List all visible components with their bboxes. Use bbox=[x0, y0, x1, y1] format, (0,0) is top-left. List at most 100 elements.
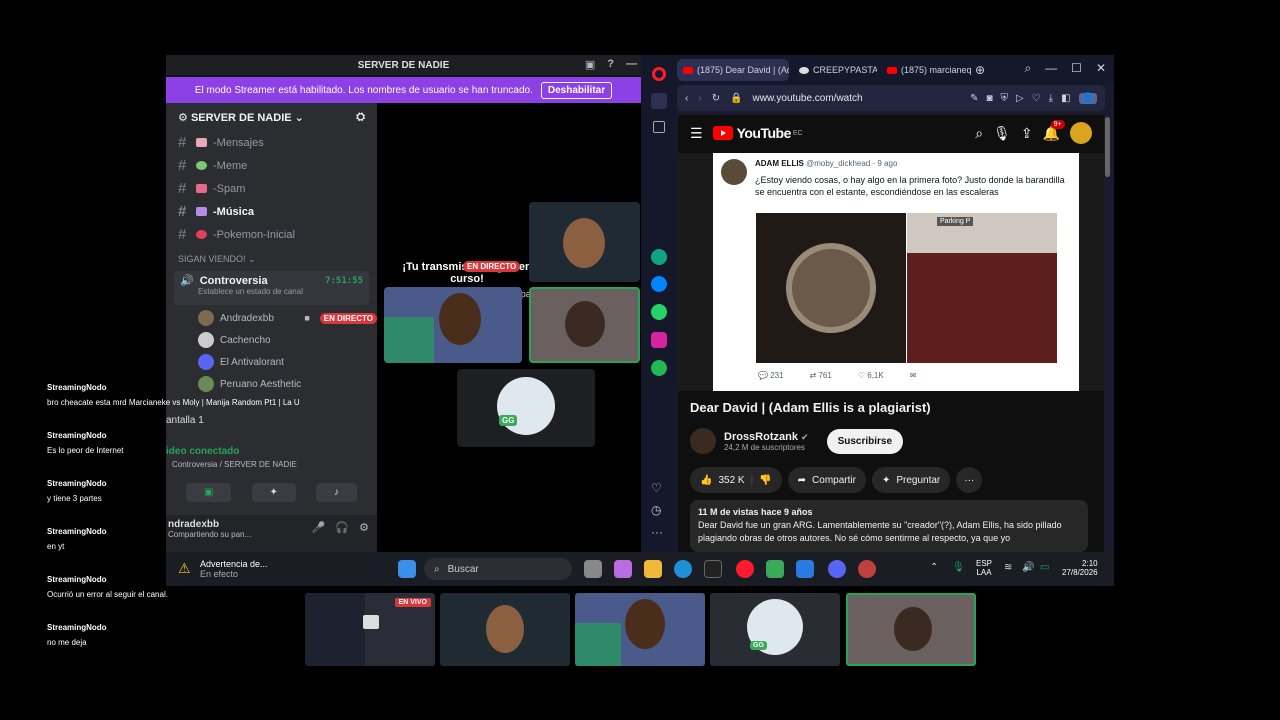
chatgpt-icon[interactable] bbox=[651, 249, 667, 265]
like-button[interactable]: 👍 352 K | 👎 bbox=[690, 467, 782, 493]
channel-name[interactable]: DrossRotzank ✔ bbox=[724, 431, 809, 443]
more-icon[interactable]: ··· bbox=[651, 525, 667, 541]
channel-avatar[interactable] bbox=[690, 428, 716, 454]
bottom-cam bbox=[575, 593, 705, 666]
menu-icon[interactable]: ☰ bbox=[690, 125, 703, 142]
profile-icon[interactable]: 👤 bbox=[1078, 92, 1097, 104]
forward-icon[interactable]: › bbox=[698, 93, 701, 104]
address-bar[interactable]: ‹ › ↻ 🔒 www.youtube.com/watch ✎ ◙ ⛨ ▷ ♡ … bbox=[677, 85, 1105, 111]
download-icon[interactable]: ⤓ bbox=[1049, 93, 1053, 104]
new-tab-icon[interactable]: ⊕ bbox=[975, 63, 985, 77]
subscribe-button[interactable]: Suscribirse bbox=[826, 428, 904, 454]
video-player[interactable]: ADAM ELLIS @moby_dickhead · 9 ago ¿Estoy… bbox=[678, 153, 1104, 391]
heart-icon[interactable]: ♡ bbox=[1032, 93, 1041, 104]
category-header[interactable]: SIGAN VIENDO! ⌄ bbox=[166, 246, 377, 269]
tab-marcianeke[interactable]: (1875) marcianeq bbox=[881, 59, 971, 81]
region-code: EC bbox=[792, 129, 803, 137]
copilot-icon[interactable] bbox=[614, 560, 632, 578]
voice-channel[interactable]: 🔊 Controversia 7:51:55 Establece un estado… bbox=[174, 271, 369, 305]
spotify-icon[interactable] bbox=[651, 360, 667, 376]
share-button[interactable]: ➦ Compartir bbox=[787, 467, 866, 493]
start-icon[interactable] bbox=[398, 560, 416, 578]
disable-button[interactable]: Deshabilitar bbox=[540, 81, 613, 99]
taskbar-search[interactable]: ⌕ Buscar bbox=[424, 558, 572, 580]
edit-icon[interactable]: ✎ bbox=[970, 93, 978, 104]
voice-status[interactable]: Establece un estado de canal bbox=[198, 287, 363, 296]
chat-user: StreamingNodo bbox=[47, 479, 107, 488]
app-icon[interactable] bbox=[796, 560, 814, 578]
scrollbar[interactable] bbox=[1105, 117, 1110, 177]
voice-user[interactable]: Cachencho bbox=[166, 329, 377, 351]
account-avatar[interactable] bbox=[1070, 122, 1092, 144]
help-icon[interactable]: ? bbox=[607, 58, 614, 71]
history-icon[interactable]: ◷ bbox=[651, 503, 667, 519]
description-box[interactable]: 11 M de vistas hace 9 años Dear David fu… bbox=[690, 500, 1088, 552]
add-members-icon[interactable]: ⛭ bbox=[356, 111, 365, 124]
speed-dial-icon[interactable] bbox=[653, 121, 665, 133]
webcam-tile[interactable] bbox=[529, 287, 640, 363]
webcam-tile[interactable] bbox=[529, 202, 640, 282]
minimize-icon[interactable]: — bbox=[1045, 61, 1057, 76]
tab-creepypasta[interactable]: CREEPYPASTA DE bbox=[793, 59, 877, 81]
share-label: Compartir bbox=[812, 474, 856, 486]
mic-tray-icon[interactable]: 🎙 bbox=[952, 562, 965, 573]
channel-mensajes[interactable]: # -Mensajes bbox=[166, 131, 377, 154]
channel-spam[interactable]: # -Spam bbox=[166, 177, 377, 200]
store-icon[interactable] bbox=[766, 560, 784, 578]
video-actions: 👍 352 K | 👎 ➦ Compartir ✦ Preguntar ··· bbox=[690, 467, 983, 493]
messenger-icon[interactable] bbox=[651, 276, 667, 292]
notifications-icon[interactable]: 🔔 9+ bbox=[1043, 119, 1065, 142]
server-header[interactable]: ⚙ SERVER DE NADIE ⌄ ⛭ bbox=[166, 103, 377, 131]
play-icon[interactable]: ▷ bbox=[1016, 93, 1024, 104]
discord-icon[interactable] bbox=[828, 560, 846, 578]
chat-text: no me deja bbox=[47, 638, 87, 647]
snapshot-icon[interactable]: ◧ bbox=[1061, 93, 1070, 104]
avatar-tile[interactable]: GG bbox=[457, 369, 595, 447]
opera-icon[interactable] bbox=[736, 560, 754, 578]
channel-meme[interactable]: # -Meme bbox=[166, 154, 377, 177]
minimize-icon[interactable]: — bbox=[626, 58, 637, 71]
volume-icon[interactable]: 🔊 bbox=[1022, 562, 1034, 573]
obs-icon[interactable] bbox=[858, 560, 876, 578]
shield-icon[interactable]: ⛨ bbox=[1001, 93, 1009, 104]
voice-user[interactable]: El Antivalorant bbox=[166, 351, 377, 373]
home-icon[interactable] bbox=[651, 93, 667, 109]
search-icon[interactable]: ⌕ bbox=[975, 125, 983, 142]
language-indicator[interactable]: ESP LAA bbox=[976, 559, 992, 577]
battery-icon[interactable]: ▭ bbox=[1040, 562, 1049, 573]
settings-icon[interactable]: ⚙ bbox=[359, 521, 369, 534]
webcam-tile[interactable] bbox=[384, 287, 522, 363]
channel-pokemon[interactable]: # -Pokemon-Inicial bbox=[166, 223, 377, 246]
voice-user[interactable]: Andradexbb ■ EN DIRECTO bbox=[166, 307, 377, 329]
epic-games-icon[interactable] bbox=[704, 560, 722, 578]
whatsapp-icon[interactable] bbox=[651, 304, 667, 320]
url-text[interactable]: www.youtube.com/watch bbox=[753, 93, 863, 104]
camera-icon[interactable]: ◙ bbox=[986, 93, 992, 104]
tab-dear-david[interactable]: (1875) Dear David | (Adam bbox=[677, 59, 789, 81]
instagram-icon[interactable] bbox=[651, 332, 667, 348]
upload-icon[interactable]: ⇪ bbox=[1021, 125, 1033, 142]
ask-button[interactable]: ✦ Preguntar bbox=[871, 467, 951, 493]
chevron-up-icon[interactable]: ⌃ bbox=[930, 562, 938, 573]
thumbs-down-icon[interactable]: 👎 bbox=[759, 475, 771, 486]
back-icon[interactable]: ‹ bbox=[685, 93, 688, 104]
search-tabs-icon[interactable]: ⌕ bbox=[1024, 61, 1031, 76]
wifi-icon[interactable]: ≋ bbox=[1004, 562, 1012, 573]
tweet-avatar bbox=[721, 159, 747, 185]
close-icon[interactable]: ✕ bbox=[1096, 61, 1106, 76]
edge-icon[interactable] bbox=[674, 560, 692, 578]
maximize-icon[interactable]: ☐ bbox=[1071, 61, 1082, 76]
channel-name-text: DrossRotzank bbox=[724, 430, 798, 443]
file-explorer-icon[interactable] bbox=[644, 560, 662, 578]
mic-icon[interactable]: 🎙 bbox=[993, 125, 1011, 142]
youtube-logo-icon[interactable] bbox=[712, 126, 733, 140]
heart-icon[interactable]: ♡ bbox=[651, 481, 667, 497]
opera-logo-icon[interactable] bbox=[652, 67, 666, 81]
task-view-icon[interactable] bbox=[584, 560, 602, 578]
clock[interactable]: 2:10 27/8/2026 bbox=[1062, 559, 1098, 577]
reload-icon[interactable]: ↻ bbox=[712, 93, 720, 104]
more-actions-button[interactable]: ··· bbox=[956, 467, 983, 493]
inbox-icon[interactable]: ▣ bbox=[585, 58, 595, 71]
channel-musica[interactable]: # -Música bbox=[166, 200, 377, 223]
youtube-logo-text[interactable]: YouTube bbox=[737, 125, 792, 141]
